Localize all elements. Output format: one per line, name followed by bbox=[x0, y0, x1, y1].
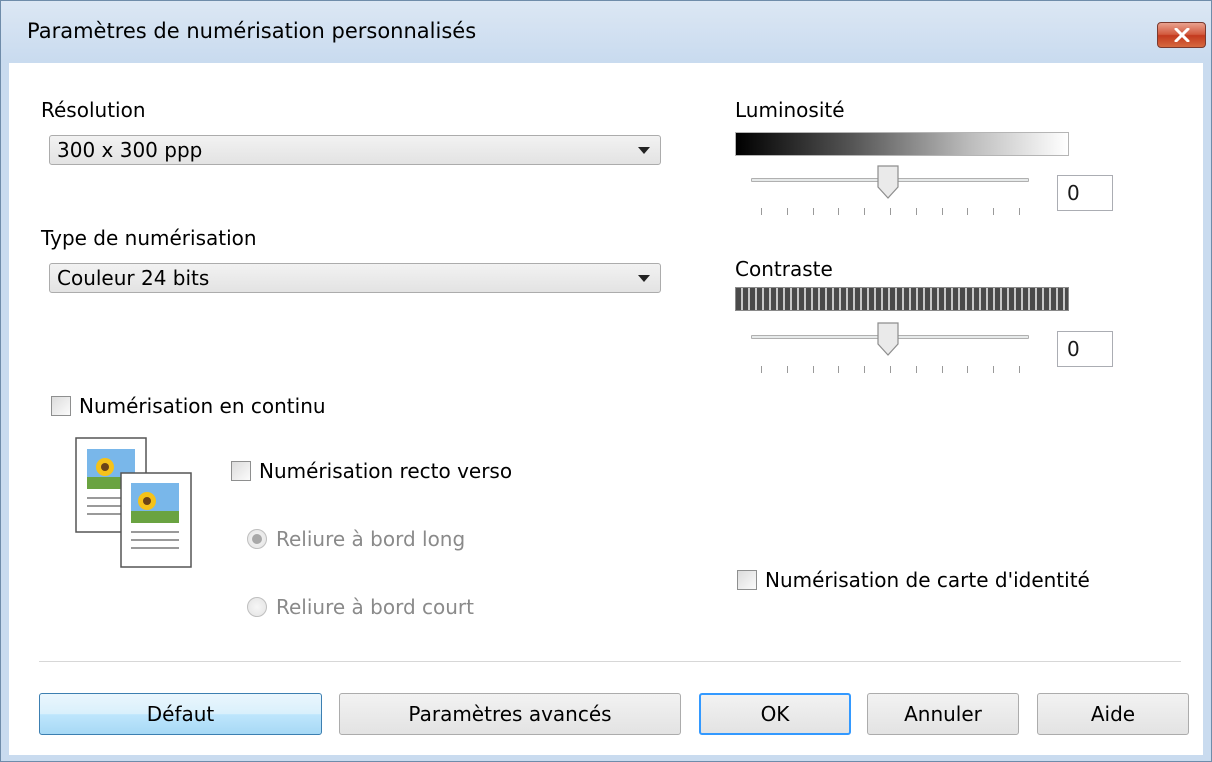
ok-button[interactable]: OK bbox=[699, 693, 851, 735]
slider-tick bbox=[813, 366, 814, 373]
short-edge-label: Reliure à bord court bbox=[276, 595, 474, 619]
resolution-value: 300 x 300 ppp bbox=[57, 138, 203, 162]
brightness-slider-ticks bbox=[751, 208, 1029, 216]
contrast-value: 0 bbox=[1067, 337, 1080, 361]
slider-tick bbox=[864, 208, 865, 215]
cancel-button[interactable]: Annuler bbox=[867, 693, 1019, 735]
button-separator bbox=[39, 661, 1181, 662]
slider-tick bbox=[967, 366, 968, 373]
resolution-label: Résolution bbox=[41, 98, 146, 122]
slider-tick bbox=[761, 208, 762, 215]
slider-tick bbox=[1019, 208, 1020, 215]
duplex-scan-label: Numérisation recto verso bbox=[259, 459, 513, 483]
scan-type-value: Couleur 24 bits bbox=[57, 266, 210, 290]
advanced-settings-button[interactable]: Paramètres avancés bbox=[339, 693, 681, 735]
id-card-scan-checkbox[interactable] bbox=[737, 570, 757, 590]
brightness-slider-thumb[interactable] bbox=[877, 165, 899, 199]
contrast-label: Contraste bbox=[735, 257, 833, 281]
slider-tick bbox=[916, 208, 917, 215]
long-edge-label: Reliure à bord long bbox=[276, 527, 466, 551]
slider-tick bbox=[813, 208, 814, 215]
chevron-down-icon bbox=[638, 147, 650, 154]
slider-tick bbox=[890, 366, 891, 373]
default-button[interactable]: Défaut bbox=[39, 693, 322, 735]
slider-tick bbox=[787, 208, 788, 215]
slider-tick bbox=[993, 366, 994, 373]
contrast-pattern-bar bbox=[735, 287, 1069, 311]
slider-tick bbox=[864, 366, 865, 373]
dialog-title: Paramètres de numérisation personnalisés bbox=[27, 19, 477, 43]
title-bar[interactable]: Paramètres de numérisation personnalisés bbox=[1, 1, 1211, 63]
brightness-label: Luminosité bbox=[735, 98, 845, 122]
duplex-scan-checkbox[interactable] bbox=[231, 461, 251, 481]
slider-tick bbox=[761, 366, 762, 373]
slider-tick bbox=[838, 208, 839, 215]
slider-tick bbox=[838, 366, 839, 373]
slider-tick bbox=[916, 366, 917, 373]
continuous-scan-checkbox[interactable] bbox=[51, 396, 71, 416]
slider-tick bbox=[993, 208, 994, 215]
slider-tick bbox=[1019, 366, 1020, 373]
continuous-scan-label: Numérisation en continu bbox=[79, 394, 326, 418]
scan-type-label: Type de numérisation bbox=[41, 226, 257, 250]
slider-tick bbox=[942, 208, 943, 215]
id-card-scan-label: Numérisation de carte d'identité bbox=[765, 568, 1090, 592]
duplex-document-icon bbox=[75, 437, 192, 568]
close-button[interactable] bbox=[1157, 22, 1206, 48]
brightness-value: 0 bbox=[1067, 181, 1080, 205]
slider-tick bbox=[942, 366, 943, 373]
chevron-down-icon bbox=[638, 275, 650, 282]
slider-tick bbox=[967, 208, 968, 215]
contrast-slider-ticks bbox=[751, 366, 1029, 374]
contrast-slider-thumb[interactable] bbox=[877, 322, 899, 356]
help-button[interactable]: Aide bbox=[1037, 693, 1189, 735]
long-edge-radio[interactable] bbox=[247, 529, 267, 549]
close-icon bbox=[1174, 28, 1190, 42]
dialog-content: Résolution 300 x 300 ppp Type de numéris… bbox=[9, 63, 1203, 755]
slider-tick bbox=[890, 208, 891, 215]
dialog-window: Paramètres de numérisation personnalisés… bbox=[0, 0, 1212, 762]
brightness-gradient-bar bbox=[735, 132, 1069, 156]
contrast-value-input[interactable]: 0 bbox=[1057, 331, 1113, 367]
scan-type-dropdown[interactable]: Couleur 24 bits bbox=[49, 263, 661, 293]
brightness-value-input[interactable]: 0 bbox=[1057, 175, 1113, 211]
short-edge-radio[interactable] bbox=[247, 597, 267, 617]
slider-tick bbox=[787, 366, 788, 373]
resolution-dropdown[interactable]: 300 x 300 ppp bbox=[49, 135, 661, 165]
